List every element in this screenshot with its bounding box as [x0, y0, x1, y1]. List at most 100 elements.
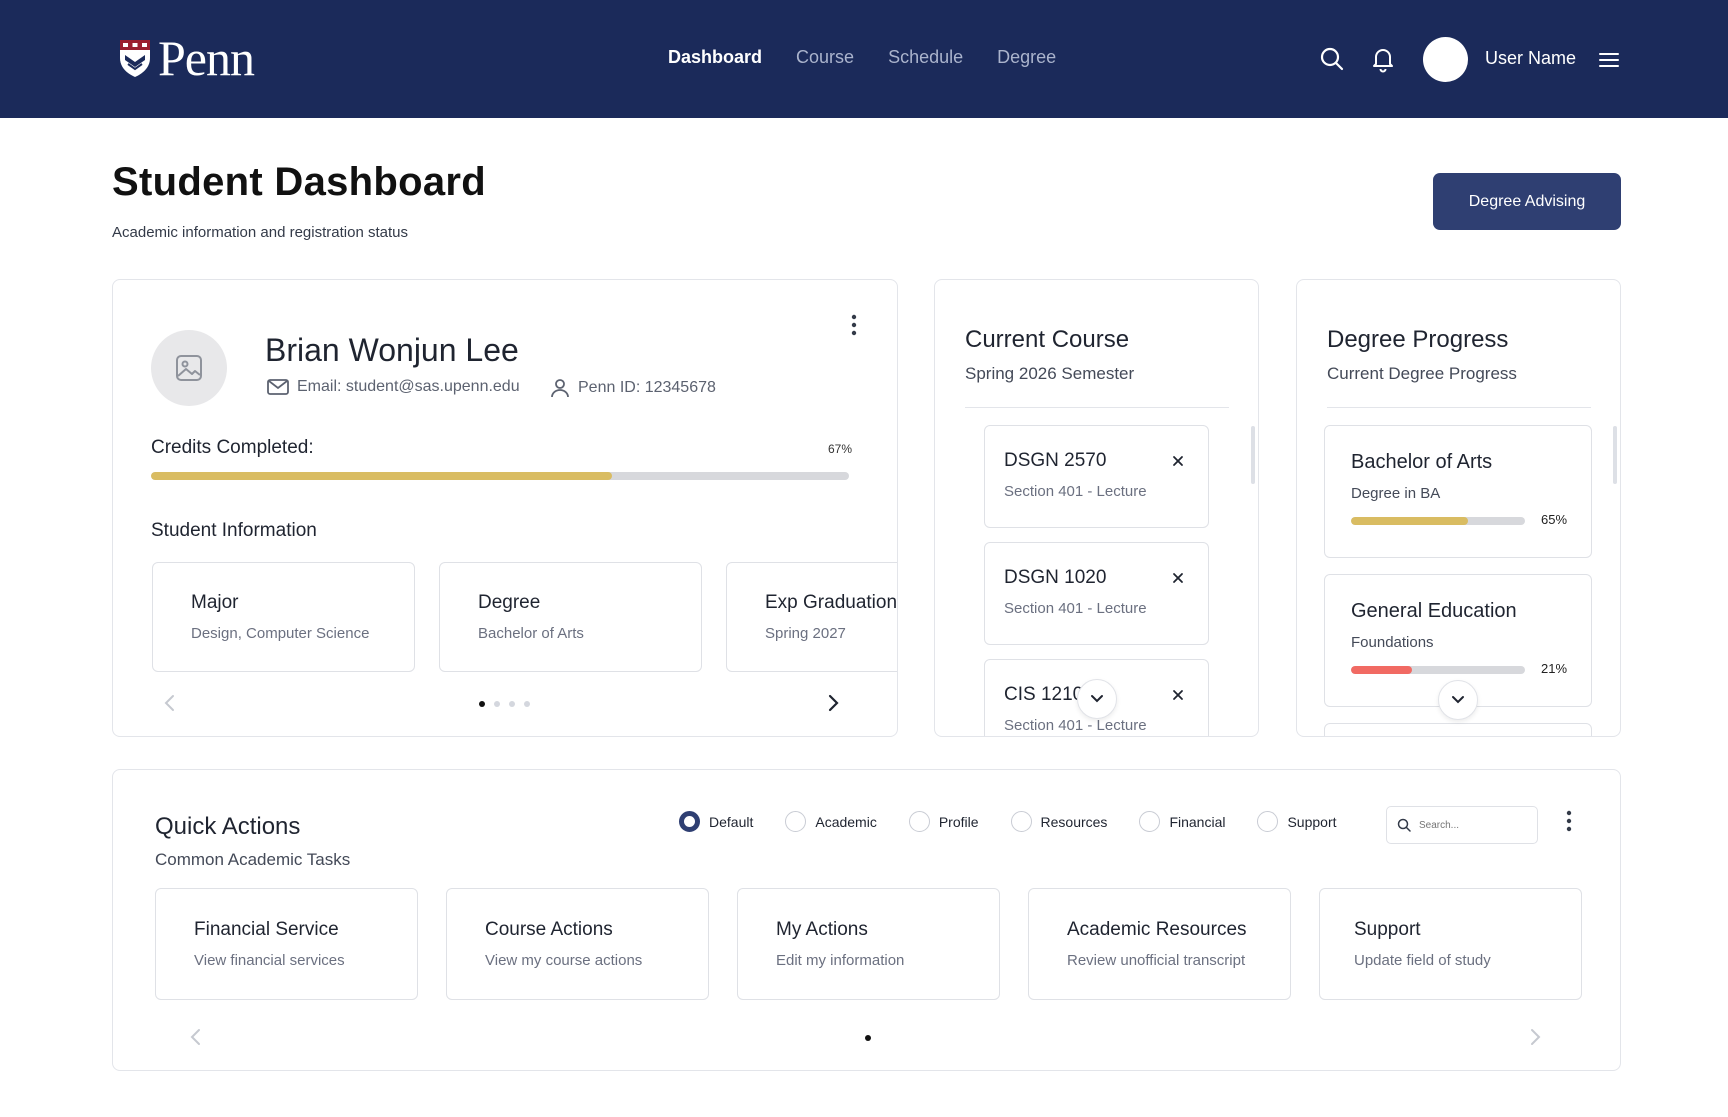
tile-title: Academic Resources: [1067, 919, 1247, 940]
quick-action-financial-service[interactable]: Financial Service View financial service…: [155, 888, 418, 1000]
degree-title: General Education: [1351, 600, 1517, 622]
filter-academic[interactable]: Academic: [785, 811, 877, 832]
tile-title: Exp Graduation: [765, 592, 898, 613]
pager-dot[interactable]: [865, 1035, 871, 1041]
credits-label: Credits Completed:: [151, 437, 314, 458]
nav-degree[interactable]: Degree: [997, 47, 1056, 68]
close-icon[interactable]: [1171, 688, 1185, 702]
bell-icon[interactable]: [1369, 45, 1397, 73]
course-section: Section 401 - Lecture: [1004, 717, 1147, 734]
course-section: Section 401 - Lecture: [1004, 600, 1147, 617]
card-subtitle: Common Academic Tasks: [155, 850, 351, 869]
scrollbar-thumb[interactable]: [1613, 426, 1617, 484]
chevron-down-icon: [1452, 696, 1464, 704]
pager-dot[interactable]: [479, 701, 485, 707]
degree-progress-bar: [1351, 517, 1525, 525]
search-icon[interactable]: [1318, 45, 1346, 73]
tile-title: My Actions: [776, 919, 868, 940]
radio-button[interactable]: [1010, 811, 1032, 832]
quick-action-course-actions[interactable]: Course Actions View my course actions: [446, 888, 709, 1000]
search-icon: [1397, 818, 1411, 832]
quick-action-support[interactable]: Support Update field of study: [1319, 888, 1582, 1000]
close-icon[interactable]: [1171, 454, 1185, 468]
top-navigation-bar: Penn Dashboard Course Schedule Degree Us…: [0, 0, 1728, 118]
degree-item[interactable]: Bachelor of Arts Degree in BA 65%: [1324, 425, 1592, 558]
nav-schedule[interactable]: Schedule: [888, 47, 963, 68]
filter-profile[interactable]: Profile: [908, 811, 979, 832]
menu-icon[interactable]: [1595, 46, 1623, 74]
filter-resources[interactable]: Resources: [1010, 811, 1108, 832]
credits-percent: 67%: [828, 442, 853, 456]
tile-subtitle: Edit my information: [776, 952, 905, 969]
more-options-icon[interactable]: [850, 314, 858, 336]
chevron-left-icon[interactable]: [163, 694, 177, 712]
chevron-right-icon[interactable]: [826, 694, 840, 712]
nav-dashboard[interactable]: Dashboard: [668, 47, 762, 68]
info-tile-graduation[interactable]: Exp Graduation Spring 2027: [726, 562, 898, 672]
user-name[interactable]: User Name: [1485, 48, 1576, 69]
credits-progress-bar: [151, 472, 849, 480]
quick-action-academic-resources[interactable]: Academic Resources Review unofficial tra…: [1028, 888, 1291, 1000]
course-code: DSGN 2570: [1004, 450, 1107, 471]
pager-dot[interactable]: [524, 701, 530, 707]
carousel-pager: [865, 1035, 871, 1041]
search-input[interactable]: [1419, 819, 1529, 831]
info-tile-major[interactable]: Major Design, Computer Science: [152, 562, 415, 672]
quick-action-my-actions[interactable]: My Actions Edit my information: [737, 888, 1000, 1000]
chevron-right-icon[interactable]: [1528, 1028, 1542, 1046]
tile-subtitle: View my course actions: [485, 952, 643, 969]
filter-label: Profile: [938, 813, 979, 830]
penn-logo[interactable]: Penn: [118, 30, 255, 86]
email-text: Email: student@sas.upenn.edu: [297, 378, 520, 395]
degree-percent: 21%: [1541, 661, 1568, 676]
card-title: Quick Actions: [155, 813, 301, 840]
pager-dot[interactable]: [494, 701, 500, 707]
radio-button[interactable]: [679, 811, 700, 832]
radio-button[interactable]: [1139, 811, 1161, 832]
filter-label: Academic: [815, 813, 877, 830]
scrollbar-thumb[interactable]: [1251, 426, 1255, 484]
degree-item[interactable]: [1324, 723, 1592, 736]
degree-progress-bar: [1351, 666, 1525, 674]
filter-label: Resources: [1040, 813, 1108, 830]
radio-button[interactable]: [785, 811, 807, 832]
filter-support[interactable]: Support: [1257, 811, 1337, 832]
card-title: Degree Progress: [1327, 326, 1509, 353]
carousel-pager: [479, 701, 530, 707]
degree-percent: 65%: [1541, 512, 1568, 527]
card-title: Current Course: [965, 326, 1130, 353]
info-tile-degree[interactable]: Degree Bachelor of Arts: [439, 562, 702, 672]
logo-wordmark: Penn: [158, 30, 255, 86]
mail-icon: [267, 379, 289, 395]
scroll-down-button[interactable]: [1077, 679, 1117, 719]
radio-button[interactable]: [1257, 811, 1279, 832]
tile-subtitle: Update field of study: [1354, 952, 1491, 969]
scroll-down-button[interactable]: [1438, 680, 1478, 720]
filter-default[interactable]: Default: [679, 811, 753, 832]
close-icon[interactable]: [1171, 571, 1185, 585]
person-icon: [551, 379, 569, 398]
pager-dot[interactable]: [509, 701, 515, 707]
course-item[interactable]: DSGN 1020 Section 401 - Lecture: [984, 542, 1209, 645]
user-avatar[interactable]: [1423, 37, 1468, 82]
page-subtitle: Academic information and registration st…: [112, 224, 408, 241]
email-contact: Email: student@sas.upenn.edu: [267, 378, 520, 396]
course-item[interactable]: DSGN 2570 Section 401 - Lecture: [984, 425, 1209, 528]
filter-radio-group: Default Academic Profile Resources Finan…: [679, 811, 1369, 832]
profile-photo[interactable]: [151, 330, 227, 406]
filter-financial[interactable]: Financial: [1139, 811, 1225, 832]
nav-course[interactable]: Course: [796, 47, 854, 68]
divider: [965, 407, 1229, 408]
degree-progress-fill: [1351, 517, 1468, 525]
tile-title: Course Actions: [485, 919, 613, 940]
tile-title: Major: [191, 592, 239, 613]
filter-label: Financial: [1169, 813, 1226, 830]
more-options-icon[interactable]: [1565, 810, 1573, 832]
degree-title: Bachelor of Arts: [1351, 451, 1493, 473]
chevron-left-icon[interactable]: [189, 1028, 203, 1046]
degree-advising-button[interactable]: Degree Advising: [1433, 173, 1621, 230]
search-field[interactable]: [1386, 806, 1538, 844]
main-nav: Dashboard Course Schedule Degree: [668, 47, 1056, 68]
tile-value: Spring 2027: [765, 625, 846, 642]
radio-button[interactable]: [908, 811, 930, 832]
